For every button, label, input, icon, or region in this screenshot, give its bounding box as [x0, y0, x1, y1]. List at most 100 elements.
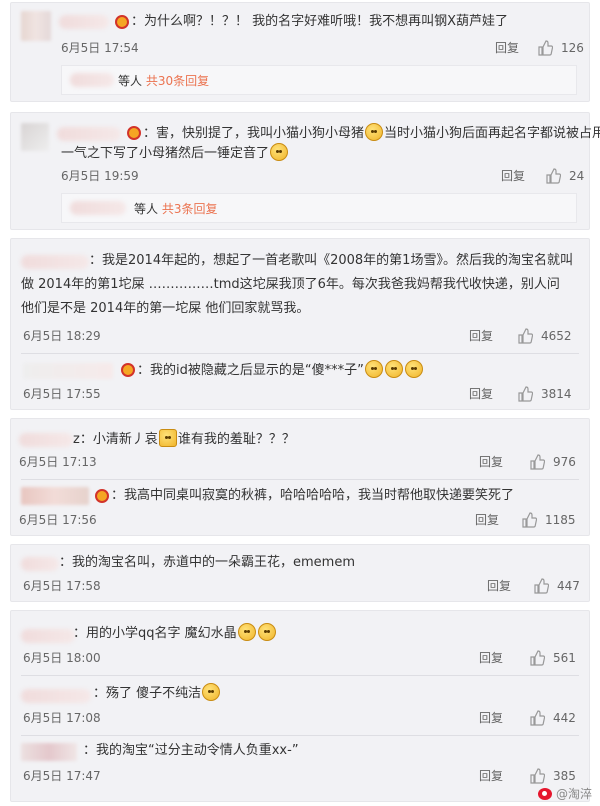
username[interactable]	[19, 433, 73, 447]
avatar[interactable]	[21, 487, 89, 505]
vip-badge-icon	[115, 15, 129, 29]
weibo-logo-icon	[537, 787, 552, 800]
reply-button[interactable]: 回复	[479, 767, 503, 785]
thumbs-up-icon	[530, 454, 545, 470]
timestamp: 6月5日 17:47	[23, 769, 101, 783]
username[interactable]	[21, 255, 89, 269]
weibo-watermark: @淘淬	[537, 785, 592, 802]
timestamp: 6月5日 18:29	[23, 329, 101, 343]
thumbs-up-icon	[530, 650, 545, 666]
like-button[interactable]: 385	[529, 767, 576, 785]
divider	[21, 735, 579, 736]
reply-prefix: 等人	[118, 74, 143, 88]
thumbs-up-icon	[538, 40, 553, 56]
thumbs-up-icon	[546, 168, 561, 184]
like-count: 385	[553, 769, 576, 783]
pig-emoji-icon	[365, 123, 384, 141]
emoji-icon	[237, 623, 256, 641]
thumbs-up-icon	[530, 768, 545, 784]
like-count: 561	[553, 651, 576, 665]
reply-username	[70, 73, 114, 87]
timestamp: 6月5日 17:58	[23, 579, 101, 593]
like-button[interactable]: 24	[545, 167, 584, 185]
timestamp: 6月5日 17:55	[23, 387, 101, 401]
reply-button[interactable]: 回复	[469, 327, 493, 345]
divider	[21, 479, 579, 480]
comment-text: ：为什么啊？！？！ 我的名字好难听哦！我不想再叫钢X葫芦娃了	[131, 14, 509, 29]
thumbs-up-icon	[530, 710, 545, 726]
comment-text-line3: 他们是不是 2014年的第一坨屎 他们回家就骂我。	[21, 301, 310, 316]
timestamp: 6月5日 18:00	[23, 651, 101, 665]
timestamp: 6月5日 17:56	[19, 513, 97, 527]
vip-badge-icon	[95, 489, 109, 503]
comment-text-line2: 做 2014年的第1坨屎 ……………tmd这坨屎我顶了6年。每次我爸我妈帮我代收…	[21, 277, 560, 292]
avatar[interactable]	[21, 123, 49, 151]
emoji-icon	[364, 360, 383, 378]
reply-button[interactable]: 回复	[479, 709, 503, 727]
like-button[interactable]: 3814	[517, 385, 572, 403]
reply-button[interactable]: 回复	[487, 577, 511, 595]
thumbs-up-icon	[534, 578, 549, 594]
like-button[interactable]: 442	[529, 709, 576, 727]
username[interactable]	[59, 15, 109, 29]
reply-button[interactable]: 回复	[501, 167, 525, 185]
reply-button[interactable]: 回复	[469, 385, 493, 403]
comment-text: ：我的淘宝“过分主动令情人负重xx-”	[83, 743, 299, 758]
vip-badge-icon	[127, 126, 141, 140]
like-button[interactable]: 561	[529, 649, 576, 667]
username-suffix[interactable]: z	[73, 432, 80, 447]
like-button[interactable]: 447	[533, 577, 580, 595]
comment-card: ：为什么啊？！？！ 我的名字好难听哦！我不想再叫钢X葫芦娃了 6月5日 17:5…	[10, 2, 590, 102]
emoji-icon	[158, 429, 177, 447]
like-count: 447	[557, 579, 580, 593]
emoji-icon	[404, 360, 423, 378]
username[interactable]	[57, 127, 121, 141]
emoji-icon	[384, 360, 403, 378]
comment-text-line2: 一气之下写了小母猪然后一锤定音了	[61, 143, 289, 164]
divider	[21, 675, 579, 676]
reply-button[interactable]: 回复	[475, 511, 499, 529]
username[interactable]	[21, 689, 91, 703]
reply-count-link[interactable]: 共30条回复	[146, 74, 209, 88]
comment-text: ：我高中同桌叫寂寞的秋裤，哈哈哈哈哈，我当时帮他取快递要笑死了	[111, 488, 515, 503]
emoji-icon	[202, 683, 221, 701]
reply-button[interactable]: 回复	[479, 453, 503, 471]
comment-card: ：用的小学qq名字 魔幻水晶 6月5日 18:00 回复 561 ：殇了 傻子不…	[10, 610, 590, 802]
like-count: 442	[553, 711, 576, 725]
watermark-text: @淘淬	[555, 787, 592, 801]
reply-count-link[interactable]: 共3条回复	[162, 202, 218, 216]
timestamp: 6月5日 19:59	[61, 169, 139, 183]
like-count: 126	[561, 41, 584, 55]
reply-thread-bar[interactable]: 等人 共30条回复	[61, 65, 577, 95]
like-button[interactable]: 126	[537, 39, 584, 57]
comment-text: ：用的小学qq名字 魔幻水晶	[73, 623, 277, 644]
vip-badge-icon	[121, 363, 135, 377]
username[interactable]	[21, 629, 75, 643]
timestamp: 6月5日 17:08	[23, 711, 101, 725]
reply-username	[70, 201, 126, 215]
avatar[interactable]	[23, 363, 113, 379]
like-count: 24	[569, 169, 585, 183]
avatar[interactable]	[21, 11, 51, 41]
avatar[interactable]	[21, 743, 77, 761]
like-count: 3814	[541, 387, 572, 401]
reply-thread-bar[interactable]: 等人 共3条回复	[61, 193, 577, 223]
comment-text: ：我的淘宝名叫，赤道中的一朵霸王花，ememem	[59, 555, 355, 570]
thumbs-up-icon	[518, 386, 533, 402]
like-button[interactable]: 4652	[517, 327, 572, 345]
comment-text: z：小清新丿哀 谁有我的羞耻？？？	[73, 429, 295, 450]
reply-button[interactable]: 回复	[479, 649, 503, 667]
timestamp: 6月5日 17:54	[61, 41, 139, 55]
timestamp: 6月5日 17:13	[19, 455, 97, 469]
like-count: 4652	[541, 329, 572, 343]
thumbs-up-icon	[522, 512, 537, 528]
reply-button[interactable]: 回复	[495, 39, 519, 57]
comment-card: ：我是2014年起的，想起了一首老歌叫《2008年的第1场雪》。然后我的淘宝名就…	[10, 238, 590, 410]
like-count: 1185	[545, 513, 576, 527]
like-button[interactable]: 1185	[521, 511, 576, 529]
like-count: 976	[553, 455, 576, 469]
username[interactable]	[21, 557, 59, 571]
divider	[21, 353, 579, 354]
like-button[interactable]: 976	[529, 453, 576, 471]
comment-card: z：小清新丿哀 谁有我的羞耻？？？ 6月5日 17:13 回复 976 ：我高中同…	[10, 418, 590, 536]
